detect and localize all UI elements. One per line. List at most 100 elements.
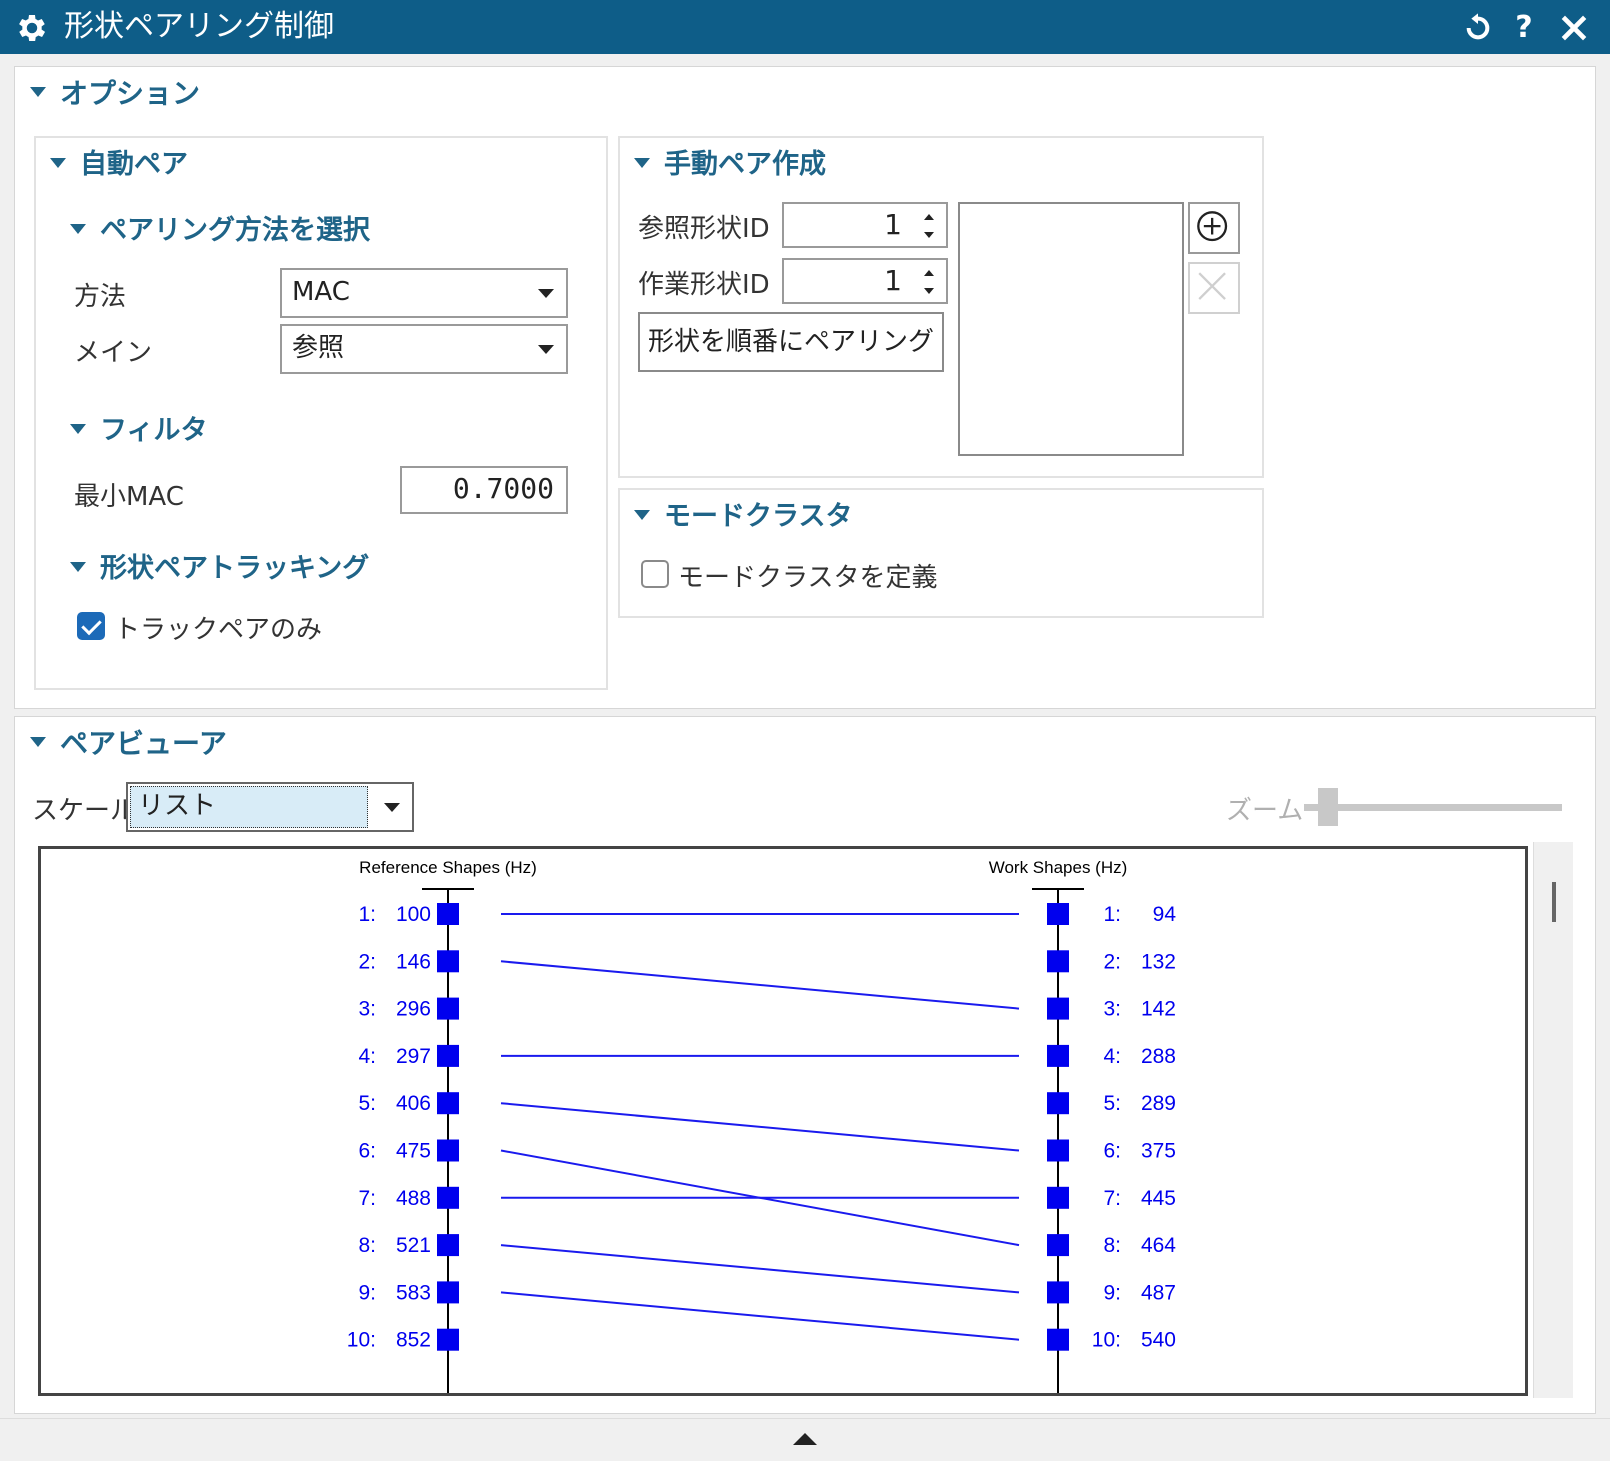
work-shape-id: 2:: [1103, 950, 1121, 973]
chevron-down-icon: [384, 803, 400, 812]
reference-shape-marker: [437, 903, 459, 925]
work-shape-frequency: 142: [1141, 998, 1176, 1021]
work-shape-marker: [1047, 950, 1069, 973]
pair-line: [500, 1102, 1020, 1152]
ref-shape-id-label: 参照形状ID: [638, 214, 770, 244]
reference-shape-id: 10:: [347, 1329, 376, 1352]
work-shapes-title: Work Shapes (Hz): [989, 858, 1128, 877]
reset-icon[interactable]: [1458, 8, 1498, 48]
close-icon: [1198, 272, 1226, 300]
work-shape-id: 3:: [1103, 998, 1121, 1021]
work-shape-id: 7:: [1103, 1187, 1121, 1210]
reference-shape-frequency: 100: [396, 903, 431, 926]
chevron-down-icon: [538, 289, 554, 298]
pair-viewer-canvas: Reference Shapes (Hz) Work Shapes (Hz) 1: 1…: [38, 846, 1528, 1396]
scrollbar-thumb[interactable]: [1552, 882, 1556, 922]
reference-shape-frequency: 475: [396, 1140, 431, 1163]
work-shape-frequency: 445: [1141, 1187, 1176, 1210]
reference-shape-frequency: 852: [396, 1329, 431, 1352]
reference-shape-id: 9:: [358, 1281, 376, 1304]
track-pairs-only-checkbox[interactable]: [77, 612, 105, 640]
work-shape-id: 8:: [1103, 1234, 1121, 1257]
work-shape-marker: [1047, 1092, 1069, 1115]
pair-line: [500, 960, 1020, 1010]
work-shape-frequency: 487: [1141, 1281, 1176, 1304]
pairing-method-header[interactable]: ペアリング方法を選択: [70, 208, 370, 247]
filter-header[interactable]: フィルタ: [70, 408, 207, 447]
work-shape-id: 5:: [1103, 1092, 1121, 1115]
options-header[interactable]: オプション: [30, 72, 200, 112]
close-icon[interactable]: [1554, 8, 1594, 48]
reference-shape-frequency: 297: [396, 1045, 431, 1068]
collapse-up-icon[interactable]: [793, 1433, 817, 1445]
reference-shape-id: 5:: [358, 1092, 376, 1115]
main-label: メイン: [74, 338, 153, 368]
pair-sequentially-button[interactable]: 形状を順番にペアリング: [638, 312, 944, 372]
work-shape-frequency: 94: [1153, 903, 1177, 926]
mode-cluster-header[interactable]: モードクラスタ: [634, 494, 852, 533]
chevron-down-icon: [538, 345, 554, 354]
define-mode-cluster-label[interactable]: モードクラスタを定義: [678, 557, 937, 594]
zoom-label: ズーム: [1226, 796, 1304, 826]
reference-shape-id: 4:: [358, 1045, 376, 1068]
work-shape-frequency: 289: [1141, 1092, 1176, 1115]
work-shape-marker: [1047, 1044, 1069, 1067]
manual-pair-header[interactable]: 手動ペア作成: [634, 142, 826, 181]
work-shape-id-stepper[interactable]: 1: [782, 258, 948, 304]
remove-pair-button[interactable]: [1188, 262, 1240, 314]
work-shape-marker: [1047, 1328, 1069, 1351]
work-shape-id: 10:: [1092, 1329, 1121, 1352]
min-mac-input[interactable]: 0.7000: [400, 466, 568, 514]
work-shape-marker: [1047, 1281, 1069, 1304]
work-shape-frequency: 375: [1141, 1140, 1176, 1163]
bottom-bar: [0, 1418, 1610, 1461]
scale-dropdown[interactable]: リスト: [126, 782, 414, 832]
reference-shape-frequency: 521: [396, 1234, 431, 1257]
viewer-scrollbar[interactable]: [1533, 842, 1573, 1398]
min-mac-label: 最小MAC: [74, 482, 184, 512]
reference-shape-id: 7:: [358, 1187, 376, 1210]
reference-shape-frequency: 146: [396, 950, 431, 973]
zoom-slider-handle[interactable]: [1318, 788, 1338, 826]
work-shape-marker: [1047, 903, 1069, 925]
pair-line: [500, 1244, 1020, 1294]
shape-tracking-header[interactable]: 形状ペアトラッキング: [70, 546, 369, 585]
method-dropdown[interactable]: MAC: [280, 268, 568, 318]
spin-up-icon[interactable]: [924, 270, 934, 276]
define-mode-cluster-checkbox[interactable]: [641, 560, 669, 588]
pair-line: [500, 1291, 1020, 1341]
gear-icon[interactable]: [14, 10, 50, 46]
work-shape-frequency: 464: [1141, 1234, 1176, 1257]
reference-shape-marker: [437, 1186, 459, 1209]
spin-up-icon[interactable]: [924, 214, 934, 220]
spin-down-icon[interactable]: [924, 288, 934, 294]
reference-shape-frequency: 406: [396, 1092, 431, 1115]
work-shape-id-label: 作業形状ID: [638, 270, 770, 300]
work-shape-id: 1:: [1103, 903, 1121, 926]
reference-shape-id: 8:: [358, 1234, 376, 1257]
reference-shape-marker: [437, 1234, 459, 1257]
method-label: 方法: [74, 282, 127, 312]
work-shape-marker: [1047, 1186, 1069, 1209]
plus-circle-icon: [1197, 211, 1228, 242]
work-shape-id: 6:: [1103, 1140, 1121, 1163]
track-pairs-only-label[interactable]: トラックペアのみ: [114, 609, 322, 646]
reference-shape-frequency: 488: [396, 1187, 431, 1210]
pair-diagram: Reference Shapes (Hz) Work Shapes (Hz) 1: 1…: [347, 858, 1177, 1393]
reference-shape-marker: [437, 997, 459, 1020]
add-pair-button[interactable]: [1188, 202, 1240, 254]
ref-shape-id-stepper[interactable]: 1: [782, 202, 948, 248]
pair-viewer-header[interactable]: ペアビューア: [30, 722, 227, 762]
reference-shape-marker: [437, 950, 459, 973]
zoom-slider-track[interactable]: [1304, 804, 1562, 811]
main-dropdown[interactable]: 参照: [280, 324, 568, 374]
work-shape-marker: [1047, 997, 1069, 1020]
manual-pair-list[interactable]: [958, 202, 1184, 456]
work-shape-id: 9:: [1103, 1281, 1121, 1304]
auto-pair-header[interactable]: 自動ペア: [50, 142, 188, 181]
reference-shape-marker: [437, 1328, 459, 1351]
spin-down-icon[interactable]: [924, 232, 934, 238]
help-icon[interactable]: ?: [1504, 8, 1544, 48]
reference-shape-marker: [437, 1044, 459, 1067]
reference-shape-id: 1:: [358, 903, 376, 926]
